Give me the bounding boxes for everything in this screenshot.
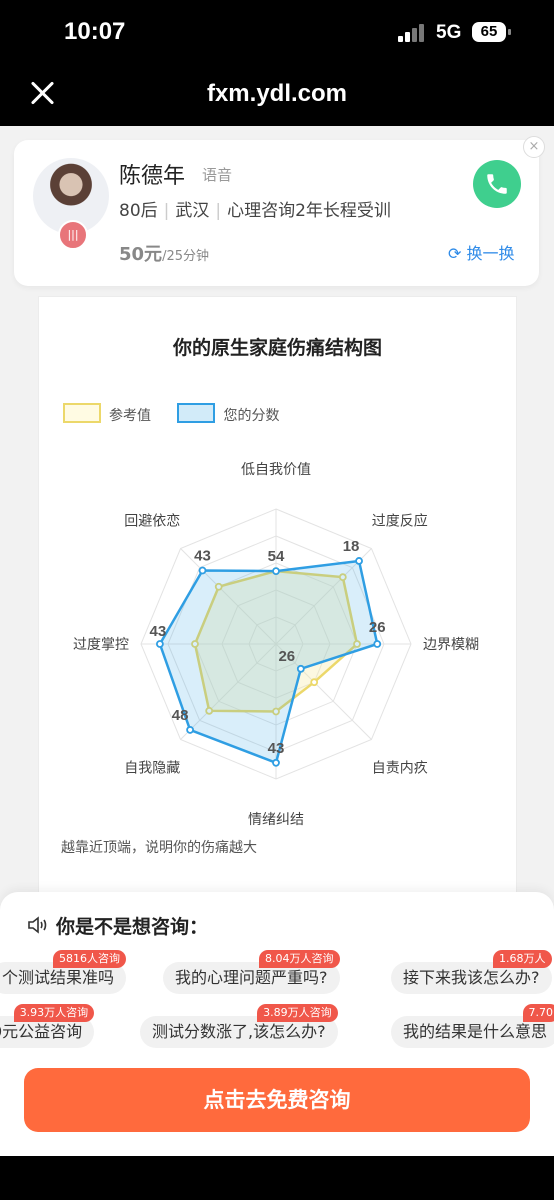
question-chip[interactable]: 接下来我该怎么办? 1.68万人 (391, 950, 552, 994)
counselor-city: 武汉 (175, 201, 210, 221)
chip-badge: 3.89万人咨询 (257, 1004, 338, 1022)
radar-value-label: 54 (268, 548, 285, 565)
battery-icon: 65 (472, 22, 511, 42)
radar-point (355, 557, 363, 565)
radar-point (156, 640, 164, 648)
question-chip[interactable]: 测试分数涨了,该怎么办? 3.89万人咨询 (140, 1004, 338, 1048)
card-close-icon[interactable]: × (523, 136, 545, 158)
chip-text: 测试分数涨了,该怎么办? (152, 1022, 326, 1041)
chip-badge: 3.93万人咨询 (13, 1004, 95, 1022)
question-chip[interactable]: 我的心理问题严重吗? 8.04万人咨询 (163, 950, 340, 994)
status-time: 10:07 (64, 18, 126, 45)
free-consult-button[interactable]: 点击去免费咨询 (24, 1068, 530, 1132)
radar-value-label: 26 (369, 619, 386, 636)
radar-point (373, 640, 382, 648)
radar-axis-label: 过度掌控 (73, 637, 129, 653)
radar-value-label: 43 (194, 547, 211, 564)
chip-text: 接下来我该怎么办? (403, 968, 540, 987)
radar-point (186, 726, 194, 734)
signal-icon (398, 24, 428, 42)
chip-badge: 1.68万人 (493, 950, 552, 968)
radar-value-label: 43 (268, 740, 285, 757)
radar-value-label: 26 (278, 648, 295, 665)
chip-text: 我的心理问题严重吗? (175, 968, 328, 987)
chip-badge: 8.04万人咨询 (259, 950, 340, 968)
chip-badge: 7.70 (522, 1004, 554, 1022)
radar-value-label: 48 (172, 707, 189, 724)
radar-value-label: 18 (343, 538, 360, 555)
counselor-info: 80后 | 武汉 | 心理咨询2年长程受训 (119, 196, 391, 221)
price-unit: /25分钟 (162, 249, 209, 264)
refresh-icon: ⟳ (448, 244, 462, 263)
counselor-training: 心理咨询2年长程受训 (227, 201, 391, 221)
status-bar: 10:07 5G 65 (0, 0, 554, 66)
sheet-title: 你是不是想咨询： (26, 912, 208, 939)
radar-axis-label: 边界模糊 (423, 637, 479, 653)
page-url: fxm.ydl.com (206, 80, 348, 107)
divider: | (215, 201, 222, 221)
chart-panel: 你的原生家庭伤痛结构图 参考值 您的分数 54 18 26 26 43 48 43 43 低自我… (38, 296, 517, 918)
radar-axis-label: 过度反应 (372, 512, 428, 529)
chip-text: 0元公益咨询 (0, 1022, 83, 1041)
chip-text: 个测试结果准吗 (2, 968, 115, 987)
question-chip[interactable]: 我的结果是什么意思 7.70 (391, 1004, 554, 1048)
browser-nav-bar: fxm.ydl.com (0, 66, 554, 126)
radar-chart: 54 18 26 26 43 48 43 43 低自我价值过度反应边界模糊自责内疚情绪纠结 自我隐… (73, 462, 479, 828)
voice-wave-icon: ||| (58, 220, 88, 250)
speaker-icon (28, 916, 47, 934)
radar-value-label: 43 (150, 623, 167, 640)
radar-axis-label: 自我隐藏 (124, 761, 180, 777)
chip-badge: 5816人咨询 (53, 950, 127, 968)
radar-axis-label: 低自我价值 (241, 462, 311, 478)
swap-button[interactable]: ⟳ 换一换 (448, 240, 515, 264)
phone-call-button[interactable] (473, 160, 521, 208)
sheet-title-text: 你是不是想咨询： (56, 916, 209, 938)
price-value: 50元 (119, 244, 163, 265)
chip-text: 我的结果是什么意思 (403, 1022, 548, 1041)
radar-point (272, 758, 280, 767)
counselor-name: 陈德年 (119, 164, 186, 189)
radar-point (296, 664, 305, 673)
price: 50元/25分钟 (119, 240, 209, 266)
question-chip[interactable]: 0元公益咨询 3.93万人咨询 (0, 1004, 95, 1048)
radar-axis-label: 情绪纠结 (248, 812, 304, 828)
radar-axis-label: 自责内疚 (372, 761, 428, 777)
radar-point (198, 566, 207, 575)
radar-axis-label: 回避依恋 (124, 512, 180, 529)
home-indicator-bar (0, 1156, 554, 1200)
counselor-age: 80后 (119, 201, 158, 221)
chart-note: 越靠近顶端，说明你的伤痛越大 (61, 840, 257, 856)
swap-label: 换一换 (466, 244, 515, 263)
radar-point (272, 567, 280, 576)
question-chip[interactable]: 个测试结果准吗 5816人咨询 (0, 950, 127, 994)
counselor-card[interactable]: ||| 陈德年 语音 80后 | 武汉 | 心理咨询2年长程受训 50元/25分钟 ⟳ … (14, 136, 545, 286)
consult-mode: 语音 (202, 166, 233, 184)
phone-icon (487, 174, 507, 194)
radar-point (310, 678, 319, 687)
network-label: 5G (436, 22, 462, 43)
divider: | (163, 201, 170, 221)
